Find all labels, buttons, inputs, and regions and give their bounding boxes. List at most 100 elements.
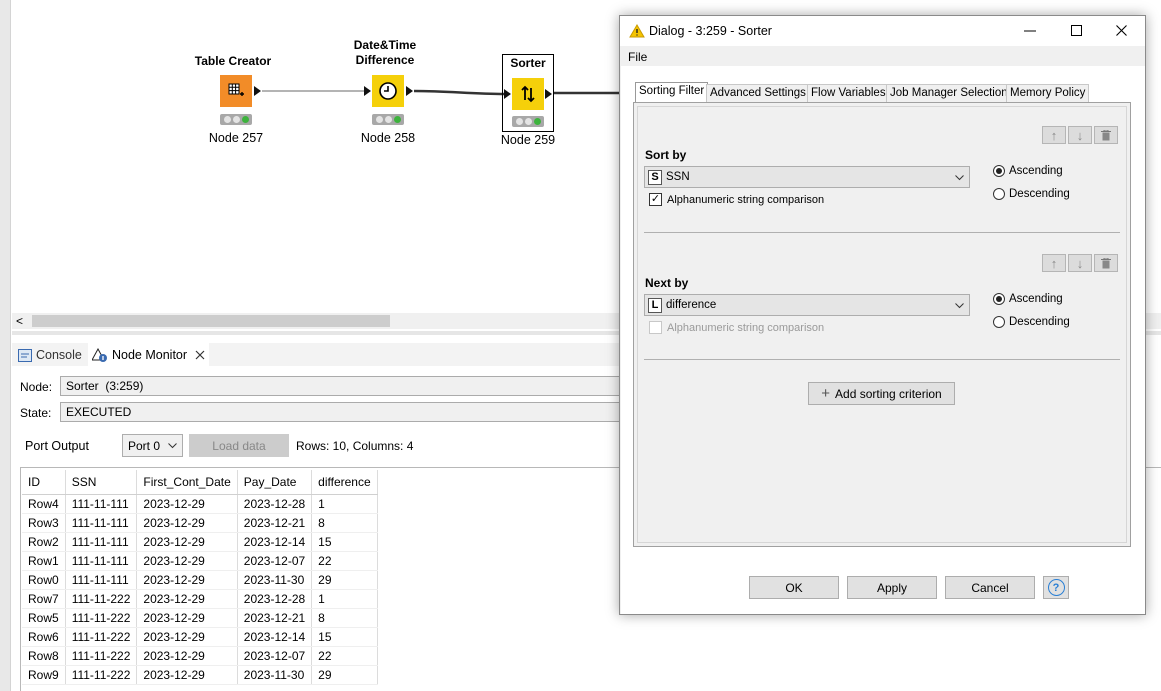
table-cell: 111-11-111: [65, 570, 138, 590]
tab-flow-variables[interactable]: Flow Variables: [807, 84, 890, 102]
scrollbar-thumb[interactable]: [32, 315, 390, 327]
string-type-icon: S: [648, 169, 662, 185]
close-icon[interactable]: [1116, 25, 1127, 36]
table-row[interactable]: Row6 111-11-222 2023-12-29 2023-12-14 15: [22, 627, 378, 647]
table-row[interactable]: Row2 111-11-111 2023-12-29 2023-12-14 15: [22, 532, 378, 552]
column-header[interactable]: Pay_Date: [237, 470, 313, 495]
close-icon[interactable]: [195, 350, 205, 360]
node-title-date-time-difference: Date&Time Difference: [335, 38, 435, 68]
table-cell: Row7: [22, 589, 66, 609]
ascending-radio-1[interactable]: Ascending: [993, 165, 1063, 177]
radio-selected: [993, 165, 1005, 177]
table-cell: 2023-11-30: [237, 570, 313, 590]
table-row[interactable]: Row9 111-11-222 2023-12-29 2023-11-30 29: [22, 665, 378, 685]
ascending-radio-2[interactable]: Ascending: [993, 293, 1063, 305]
separator: [644, 232, 1120, 233]
table-cell: 1: [311, 494, 378, 514]
delete-criterion-button[interactable]: [1094, 126, 1118, 144]
alphanumeric-label: Alphanumeric string comparison: [667, 321, 825, 334]
table-cell: 2023-12-28: [237, 589, 313, 609]
table-cell: 2023-12-07: [237, 646, 313, 666]
load-data-button[interactable]: Load data: [189, 434, 289, 457]
console-icon: [18, 348, 32, 362]
table-cell: 29: [311, 665, 378, 685]
help-icon: ?: [1047, 579, 1065, 596]
table-cell: 2023-12-29: [136, 494, 238, 514]
tab-console-label: Console: [36, 348, 82, 362]
scroll-left-arrow[interactable]: <: [16, 313, 23, 329]
tab-node-monitor[interactable]: Node Monitor: [88, 343, 210, 367]
column-header[interactable]: SSN: [65, 470, 138, 495]
output-port[interactable]: [406, 86, 413, 96]
arrow-up-icon: ↑: [1050, 255, 1058, 271]
table-cell: 2023-12-29: [136, 608, 238, 628]
table-cell: 2023-12-29: [136, 646, 238, 666]
sort-arrows-icon: [521, 85, 535, 103]
table-row[interactable]: Row4 111-11-111 2023-12-29 2023-12-28 1: [22, 494, 378, 514]
table-cell: 111-11-222: [65, 589, 138, 609]
table-row[interactable]: Row5 111-11-222 2023-12-29 2023-12-21 8: [22, 608, 378, 628]
table-cell: 2023-12-29: [136, 532, 238, 552]
node-label[interactable]: Node 257: [196, 131, 276, 145]
move-down-button[interactable]: ↓: [1068, 254, 1092, 272]
column-header[interactable]: difference: [311, 470, 378, 495]
table-cell: Row2: [22, 532, 66, 552]
node-label-text: Node:: [20, 380, 53, 394]
move-up-button[interactable]: ↑: [1042, 126, 1066, 144]
descending-radio-2[interactable]: Descending: [993, 316, 1070, 328]
input-port[interactable]: [364, 86, 371, 96]
cancel-button[interactable]: Cancel: [945, 576, 1035, 599]
table-row[interactable]: Row7 111-11-222 2023-12-29 2023-12-28 1: [22, 589, 378, 609]
move-up-button[interactable]: ↑: [1042, 254, 1066, 272]
move-down-button[interactable]: ↓: [1068, 126, 1092, 144]
long-type-icon: L: [648, 297, 662, 313]
next-by-column-select[interactable]: L difference: [644, 294, 970, 316]
node-label[interactable]: Node 259: [488, 133, 568, 147]
panel-left-edge: [0, 335, 11, 691]
menu-file[interactable]: File: [628, 50, 647, 64]
table-cell: 2023-12-29: [136, 513, 238, 533]
column-header[interactable]: First_Cont_Date: [136, 470, 238, 495]
alphanumeric-checkbox-1[interactable]: ✓ Alphanumeric string comparison: [649, 193, 824, 206]
tab-job-manager-selection[interactable]: Job Manager Selection: [886, 84, 1012, 102]
table-row[interactable]: Row0 111-11-111 2023-12-29 2023-11-30 29: [22, 570, 378, 590]
help-button[interactable]: ?: [1043, 576, 1069, 599]
rows-columns-info: Rows: 10, Columns: 4: [296, 439, 414, 453]
tab-sorting-filter[interactable]: Sorting Filter: [635, 82, 709, 102]
table-row[interactable]: Row1 111-11-111 2023-12-29 2023-12-07 22: [22, 551, 378, 571]
traffic-light: [372, 114, 404, 125]
column-header[interactable]: ID: [22, 470, 66, 495]
descending-radio-1[interactable]: Descending: [993, 188, 1070, 200]
table-cell: 111-11-222: [65, 627, 138, 647]
output-port[interactable]: [254, 86, 261, 96]
date-time-difference-node[interactable]: [372, 75, 404, 107]
alphanumeric-label: Alphanumeric string comparison: [667, 193, 825, 206]
table-creator-node[interactable]: [220, 75, 252, 107]
port-select[interactable]: Port 0: [122, 434, 183, 457]
table-row[interactable]: Row3 111-11-111 2023-12-29 2023-12-21 8: [22, 513, 378, 533]
input-port[interactable]: [504, 89, 511, 99]
port-select-value: Port 0: [128, 438, 161, 453]
table-row[interactable]: Row8 111-11-222 2023-12-29 2023-12-07 22: [22, 646, 378, 666]
maximize-icon[interactable]: [1071, 25, 1082, 36]
tab-console[interactable]: Console: [18, 345, 82, 365]
output-port[interactable]: [545, 89, 552, 99]
sort-by-column-value: SSN: [666, 171, 690, 183]
node-label[interactable]: Node 258: [348, 131, 428, 145]
ok-button[interactable]: OK: [749, 576, 839, 599]
sort-by-column-select[interactable]: S SSN: [644, 166, 970, 188]
apply-button[interactable]: Apply: [847, 576, 937, 599]
add-sorting-criterion-button[interactable]: + Add sorting criterion: [808, 382, 955, 405]
table-cell: Row0: [22, 570, 66, 590]
tab-advanced-settings[interactable]: Advanced Settings: [706, 84, 810, 102]
minimize-icon[interactable]: [1024, 30, 1036, 32]
table-cell: 2023-12-29: [136, 589, 238, 609]
table-cell: 111-11-222: [65, 646, 138, 666]
chevron-down-icon: [168, 443, 177, 449]
delete-criterion-button[interactable]: [1094, 254, 1118, 272]
chevron-down-icon: [955, 303, 964, 309]
table-cell: Row1: [22, 551, 66, 571]
tab-memory-policy[interactable]: Memory Policy: [1006, 84, 1090, 102]
sorter-node[interactable]: [512, 78, 544, 110]
separator: [644, 359, 1120, 360]
